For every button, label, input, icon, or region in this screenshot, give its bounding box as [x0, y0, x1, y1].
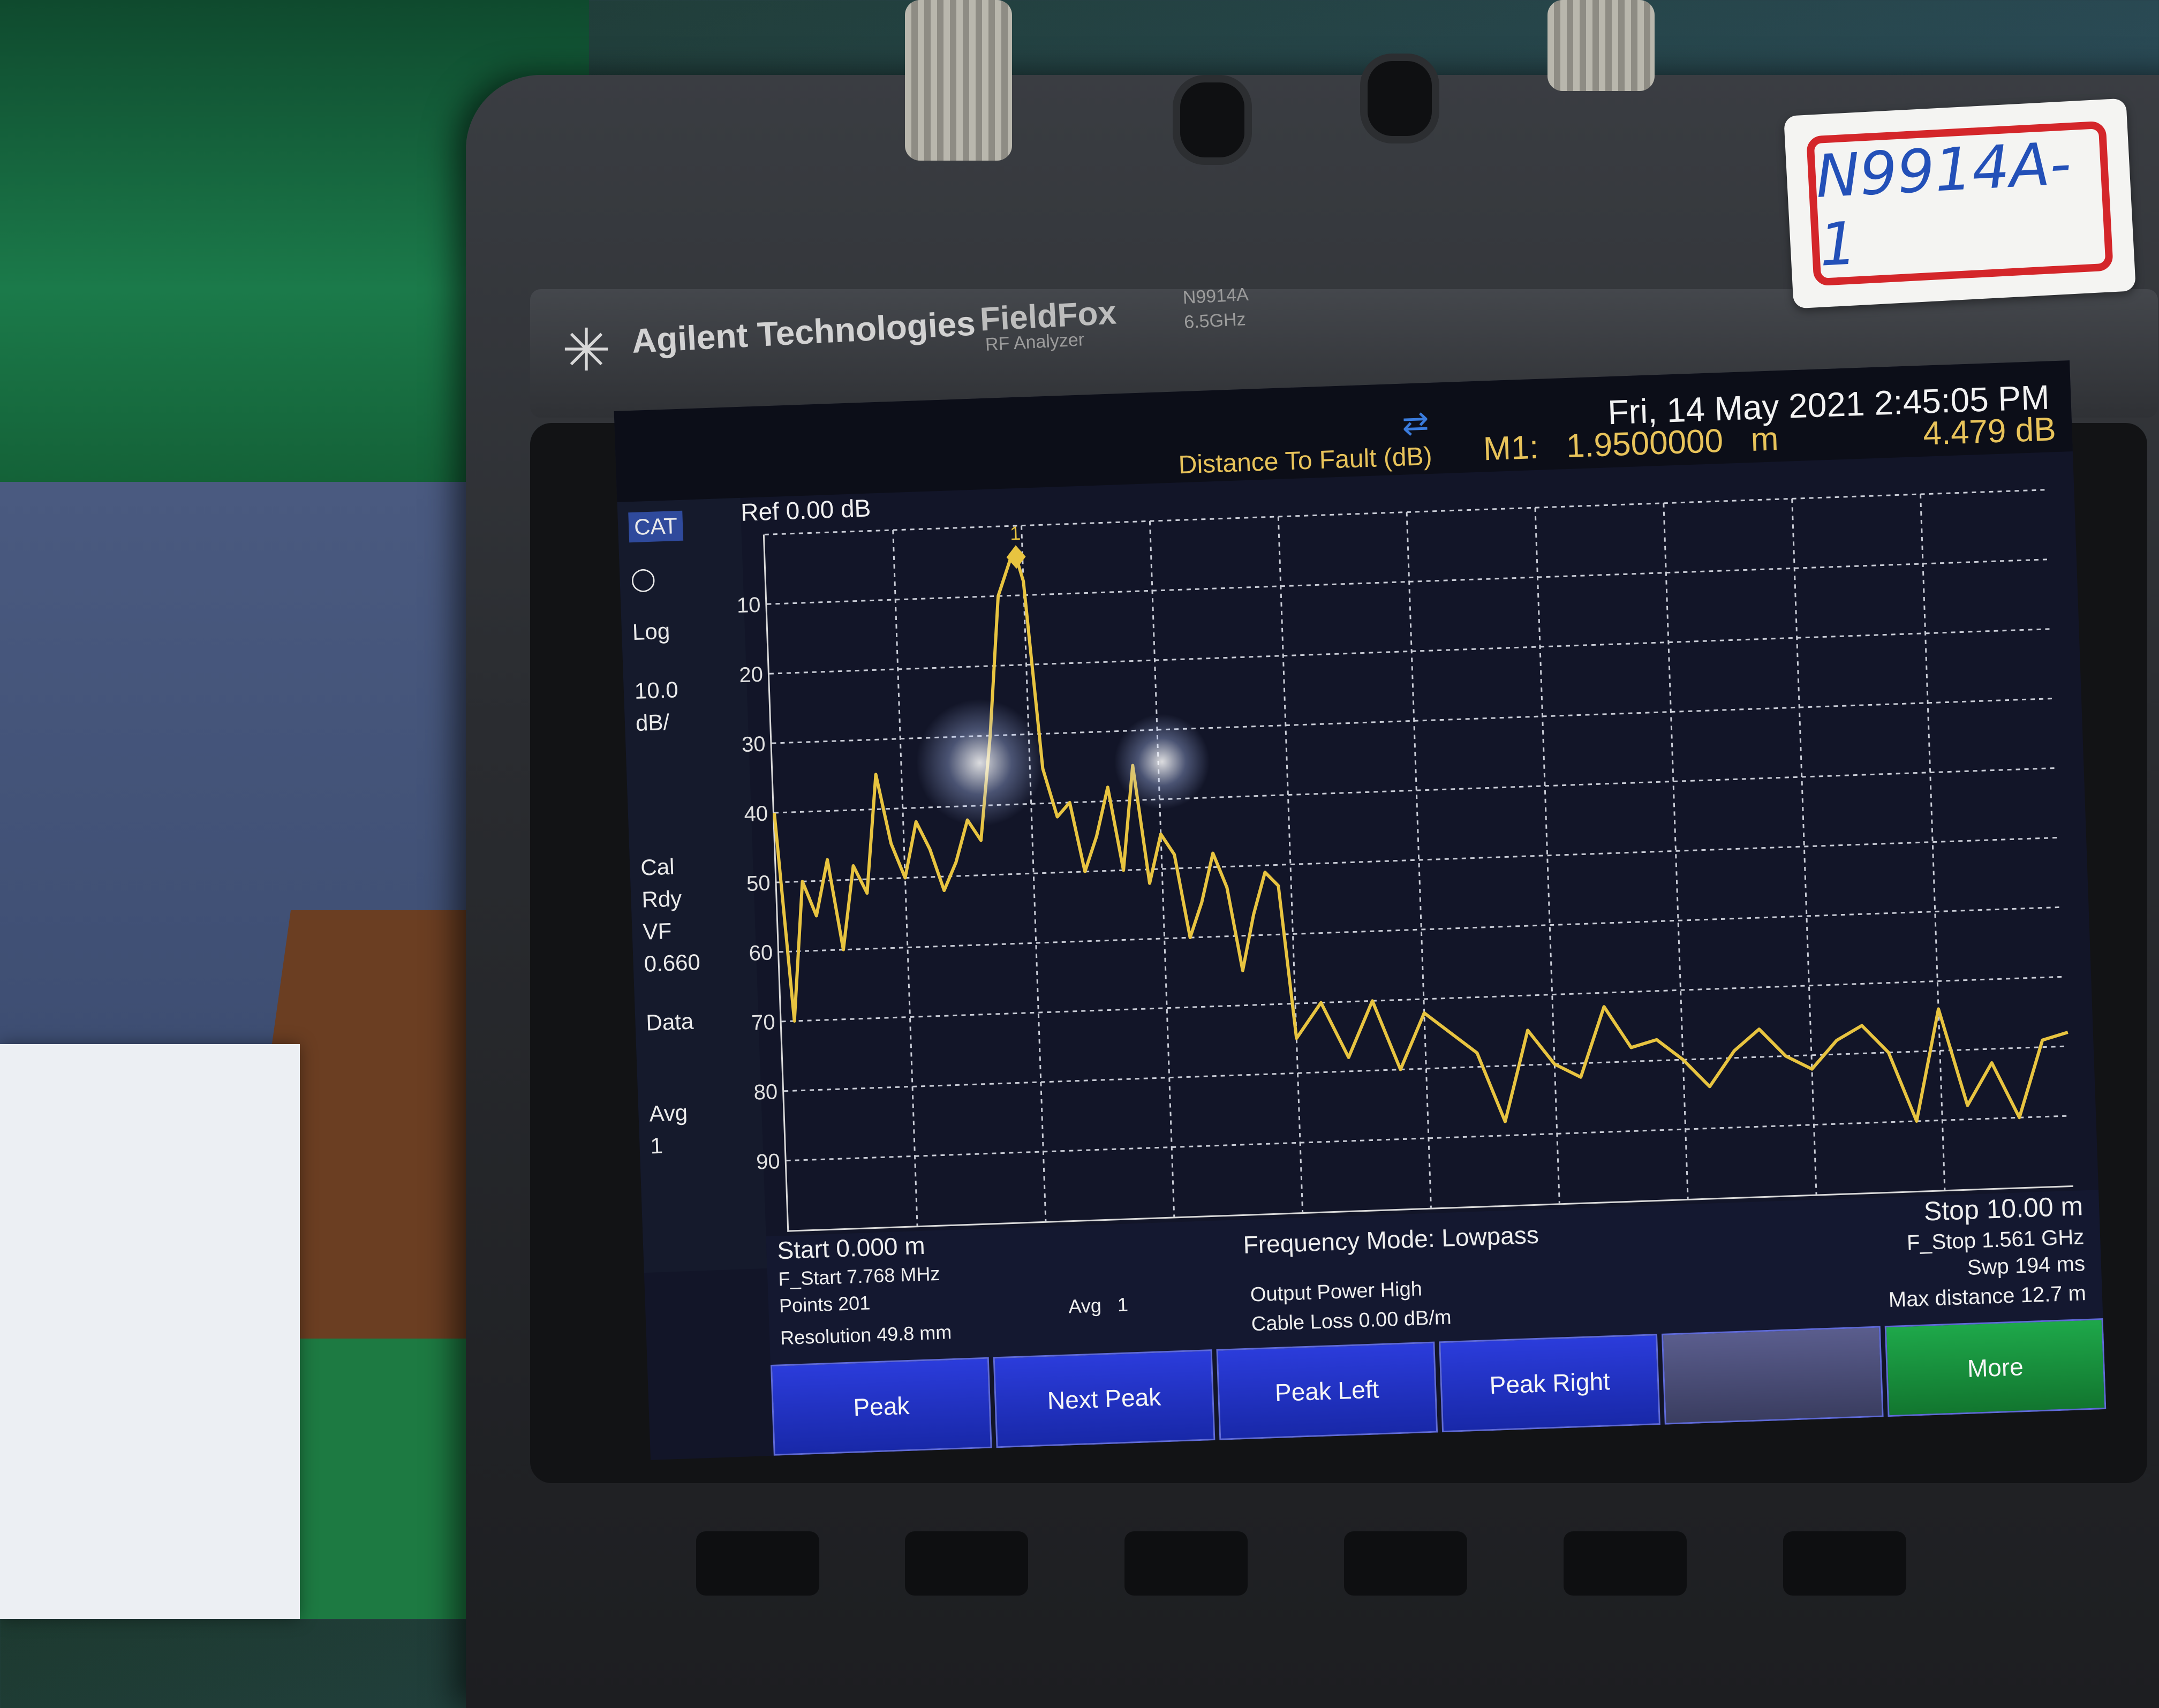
y-tick-label: 90 — [756, 1150, 780, 1174]
plot-area: 10 20 30 40 50 60 70 80 90 1 — [736, 489, 2073, 1232]
scale-type: Log — [632, 618, 670, 645]
rdy-status: Rdy — [641, 886, 682, 912]
scale-unit: dB/ — [635, 709, 670, 736]
marker-name: M1: — [1482, 428, 1539, 468]
y-tick-label: 40 — [744, 802, 768, 827]
softkey-next-peak[interactable]: Next Peak — [993, 1349, 1216, 1448]
resolution: Resolution 49.8 mm — [780, 1321, 952, 1349]
frequency-mode: Frequency Mode: Lowpass — [1242, 1220, 1539, 1259]
asset-label-text: N9914A-1 — [1814, 129, 2073, 279]
y-tick-label: 70 — [751, 1010, 775, 1035]
rf-port-1-connector[interactable] — [905, 0, 1012, 161]
info-avg: Avg 1 — [1068, 1294, 1129, 1318]
start-distance: Start 0.000 m — [776, 1231, 926, 1265]
avg-label: Avg — [648, 1100, 688, 1127]
aux-port-1[interactable] — [1173, 75, 1252, 165]
hardware-key-row — [696, 1488, 2088, 1617]
analyzer-screen: ⇄ Fri, 14 May 2021 2:45:05 PM Distance T… — [614, 360, 2107, 1460]
y-tick-label: 60 — [749, 941, 773, 965]
marker-1-label: 1 — [1009, 522, 1021, 545]
hard-key-4[interactable] — [1344, 1531, 1467, 1596]
sweep-time: Swp 194 ms — [1967, 1252, 2086, 1280]
marker-unit: m — [1750, 420, 1779, 458]
lan-connection-icon: ⇄ — [1401, 404, 1430, 442]
softkey-peak-left[interactable]: Peak Left — [1216, 1341, 1438, 1440]
avg-value: 1 — [650, 1132, 663, 1159]
softkey-peak-right[interactable]: Peak Right — [1439, 1334, 1661, 1433]
info-avg-label: Avg — [1068, 1294, 1102, 1318]
asset-label-border: N9914A-1 — [1806, 120, 2113, 286]
scale-value: 10.0 — [634, 677, 679, 704]
cal-status: Cal — [640, 853, 675, 880]
y-tick-label: 30 — [741, 732, 766, 757]
y-tick-label: 20 — [739, 663, 764, 687]
mode-cat-badge[interactable]: CAT — [628, 510, 684, 543]
hard-key-1[interactable] — [696, 1531, 819, 1596]
aux-port-2[interactable] — [1360, 54, 1439, 143]
output-power: Output Power High — [1250, 1278, 1423, 1306]
rf-port-2-connector[interactable] — [1547, 0, 1655, 91]
hard-key-2[interactable] — [905, 1531, 1028, 1596]
trace-indicator-icon: ◯ — [630, 565, 656, 592]
vf-label: VF — [642, 918, 673, 944]
softkey-peak[interactable]: Peak — [770, 1357, 992, 1456]
points: Points 201 — [779, 1291, 871, 1317]
y-tick-label: 10 — [736, 593, 761, 618]
marker-distance: 1.9500000 — [1565, 422, 1724, 465]
y-tick-label: 80 — [753, 1080, 778, 1105]
data-label: Data — [645, 1008, 694, 1036]
brand-model: N9914A 6.5GHz — [1182, 282, 1251, 335]
agilent-spark-icon: ✳ — [561, 318, 612, 383]
background-paper-stack — [0, 1044, 300, 1619]
brand-frequency: 6.5GHz — [1183, 309, 1247, 333]
dtf-plot: 10 20 30 40 50 60 70 80 90 1 — [736, 489, 2071, 1226]
brand-model-number: N9914A — [1182, 284, 1249, 308]
max-distance: Max distance 12.7 m — [1888, 1281, 2087, 1312]
start-frequency: F_Start 7.768 MHz — [777, 1262, 941, 1290]
hard-key-5[interactable] — [1564, 1531, 1687, 1596]
vf-value: 0.660 — [643, 949, 701, 977]
grid-line-horizontal — [779, 906, 2064, 953]
stop-frequency: F_Stop 1.561 GHz — [1906, 1225, 2085, 1255]
info-avg-value: 1 — [1117, 1293, 1129, 1316]
marker-value: 4.479 dB — [1922, 411, 2057, 452]
softkey-blank[interactable] — [1662, 1326, 1884, 1425]
reference-level: Ref 0.00 dB — [740, 494, 872, 526]
softkey-more[interactable]: More — [1884, 1318, 2107, 1417]
hard-key-3[interactable] — [1124, 1531, 1248, 1596]
stop-distance: Stop 10.00 m — [1923, 1191, 2084, 1227]
hard-key-6[interactable] — [1783, 1531, 1906, 1596]
asset-label: N9914A-1 — [1784, 98, 2136, 309]
cable-loss: Cable Loss 0.00 dB/m — [1251, 1306, 1452, 1336]
y-tick-label: 50 — [746, 871, 771, 896]
